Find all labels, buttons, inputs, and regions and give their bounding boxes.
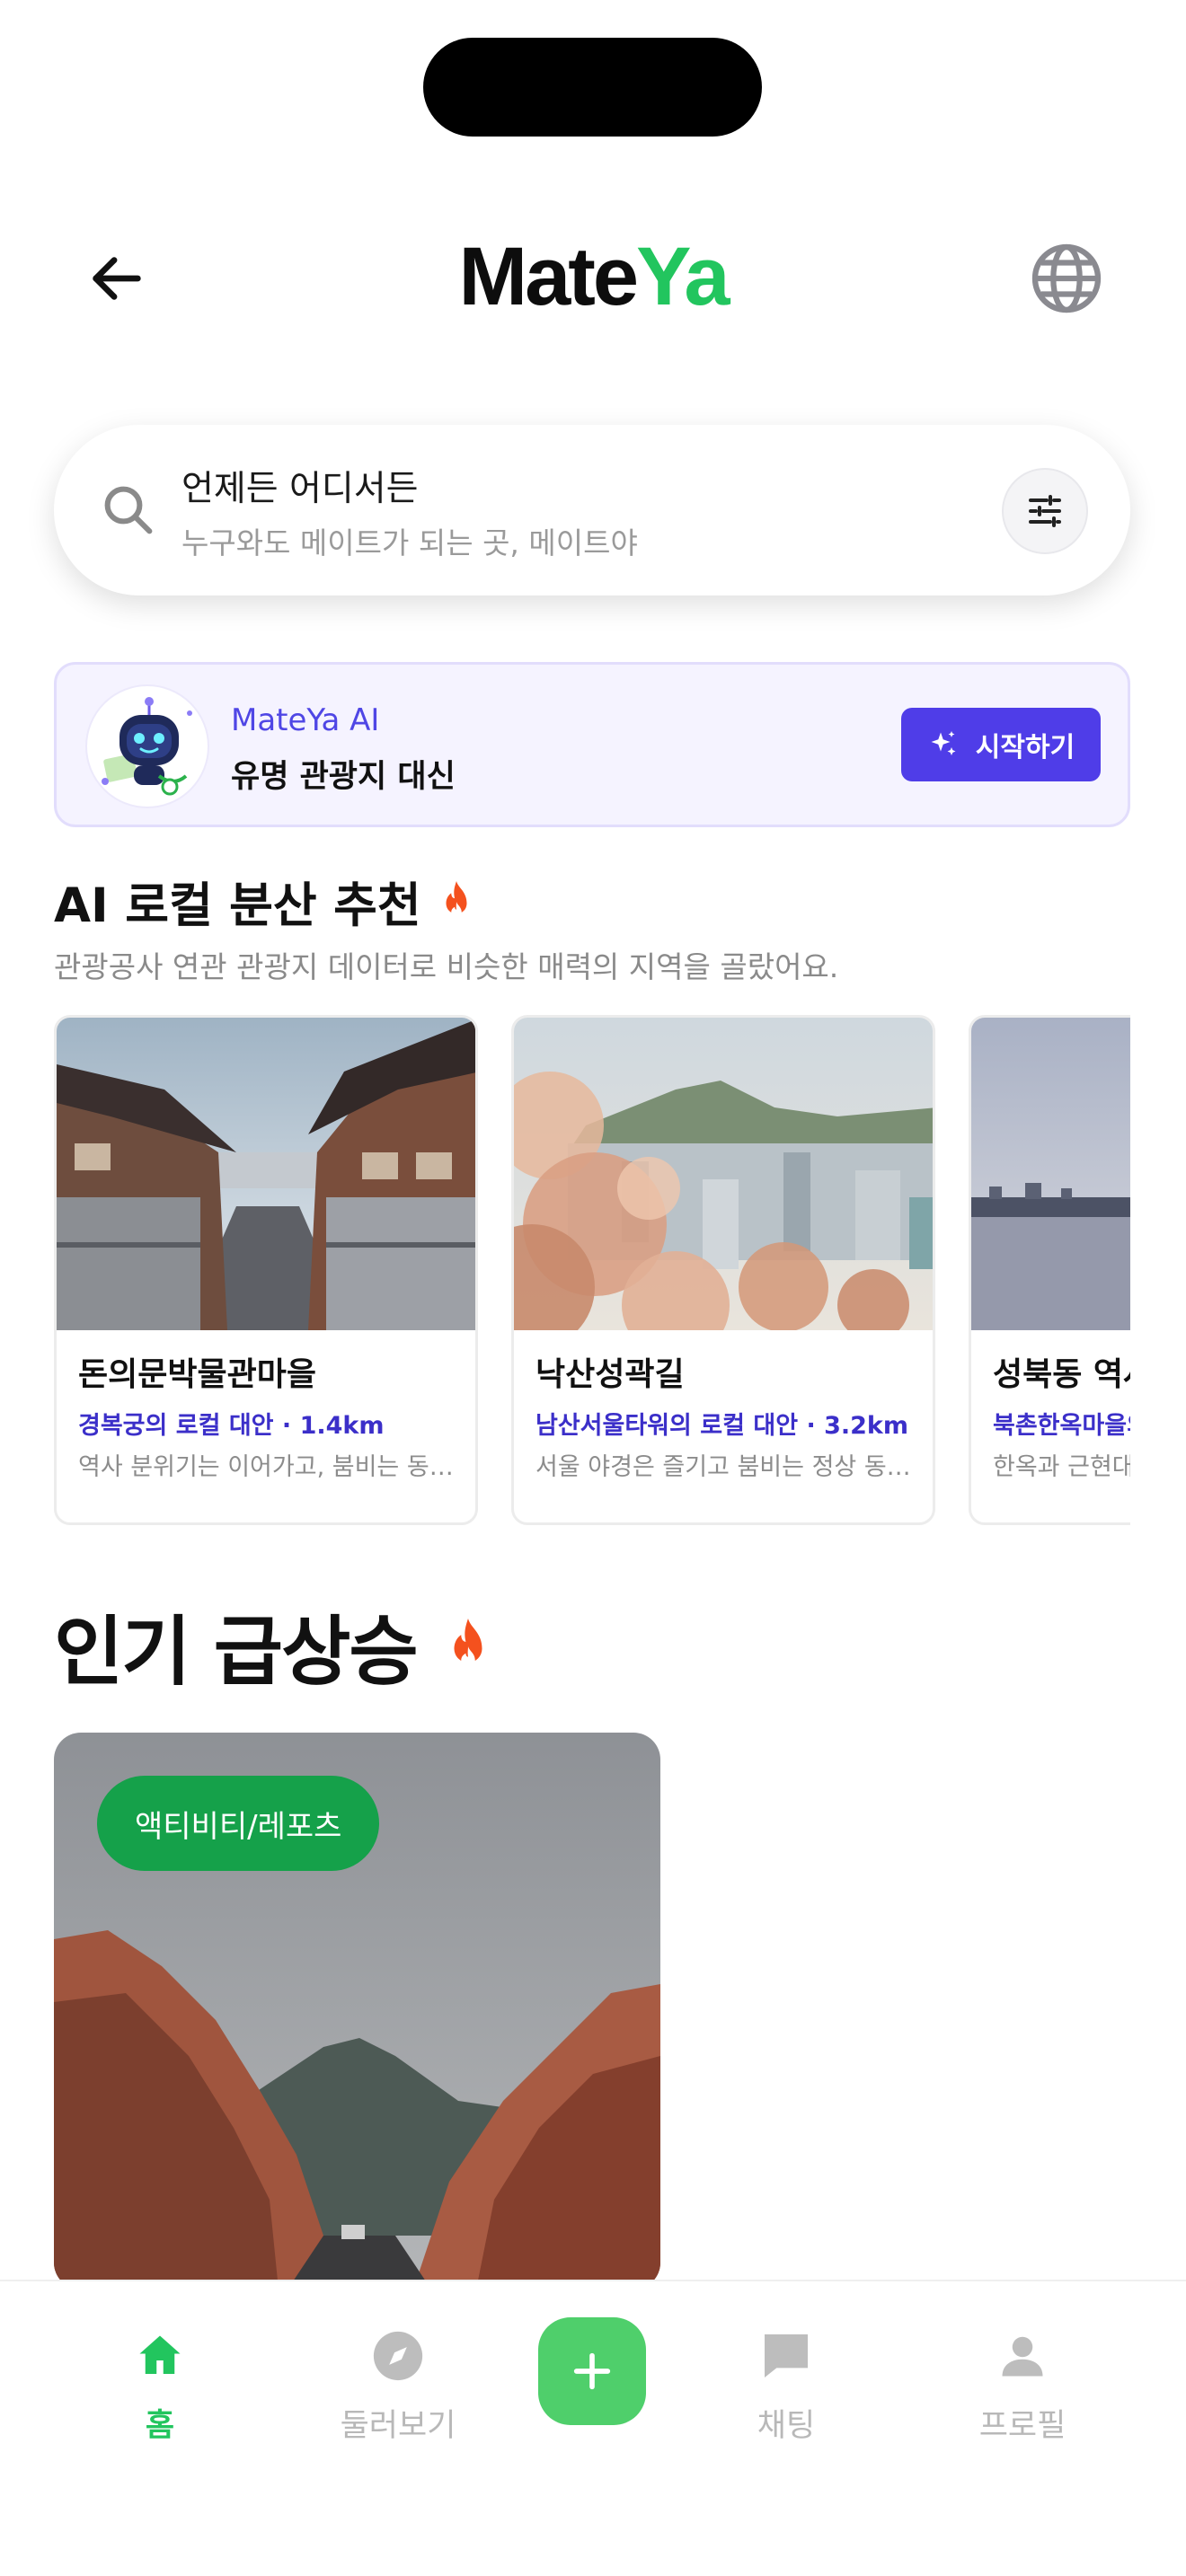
- card-title: 성북동 역사: [993, 1356, 1130, 1393]
- recommendation-card[interactable]: 낙산성곽길 남산서울타워의 로컬 대안 · 3.2km 서울 야경은 즐기고 붐…: [511, 1015, 935, 1525]
- add-button[interactable]: [538, 2317, 646, 2425]
- app-logo: MateYa: [458, 231, 730, 322]
- card-title: 낙산성곽길: [535, 1356, 685, 1393]
- search-title: 언제든 어디서든: [181, 469, 419, 509]
- fire-icon: [446, 881, 467, 918]
- ai-robot-avatar: [85, 684, 209, 808]
- popular-section-title: 인기 급상승: [54, 1592, 496, 1700]
- ai-section-subtitle: 관광공사 연관 관광지 데이터로 비슷한 매력의 지역을 골랐어요.: [54, 949, 839, 984]
- card-description: 역사 분위기는 이어가고, 붐비는 동선…: [78, 1453, 456, 1481]
- card-title: 돈의문박물관마을: [78, 1356, 316, 1393]
- ai-banner-description: 유명 관광지 대신: [231, 759, 456, 795]
- tab-label: 프로필: [978, 2408, 1067, 2444]
- tab-label: 둘러보기: [340, 2408, 456, 2444]
- bottom-tab-bar: 홈 둘러보기 채팅 프로필: [0, 2280, 1186, 2576]
- tab-home[interactable]: 홈: [70, 2325, 250, 2446]
- ai-banner-title: MateYa AI: [231, 702, 380, 738]
- ai-recommendation-carousel[interactable]: 돈의문박물관마을 경복궁의 로컬 대안 · 1.4km 역사 분위기는 이어가고…: [54, 1015, 1130, 1527]
- recommendation-card[interactable]: 돈의문박물관마을 경복궁의 로컬 대안 · 1.4km 역사 분위기는 이어가고…: [54, 1015, 478, 1525]
- plus-icon: [573, 2352, 611, 2390]
- sparkles-icon: [931, 731, 956, 755]
- card-subtitle: 경복궁의 로컬 대안 · 1.4km: [78, 1412, 385, 1440]
- card-description: 한옥과 근현대: [993, 1453, 1130, 1481]
- card-image-bukchon-alley: [57, 1018, 475, 1330]
- ai-start-label: 시작하기: [975, 732, 1075, 763]
- ai-banner[interactable]: MateYa AI 유명 관광지 대신 시작하기: [54, 662, 1130, 827]
- tab-explore[interactable]: 둘러보기: [308, 2325, 488, 2446]
- search-icon: [104, 486, 153, 534]
- recommendation-card[interactable]: 성북동 역사 북촌한옥마을의 한옥과 근현대: [969, 1015, 1130, 1525]
- search-bar[interactable]: 언제든 어디서든 누구와도 메이트가 되는 곳, 메이트야: [54, 425, 1130, 595]
- card-subtitle: 남산서울타워의 로컬 대안 · 3.2km: [535, 1412, 909, 1440]
- app-header: MateYa: [0, 207, 1186, 341]
- card-subtitle: 북촌한옥마을의: [993, 1412, 1130, 1440]
- tab-label: 채팅: [757, 2408, 816, 2444]
- popular-card[interactable]: 액티비티/레포츠: [54, 1733, 660, 2289]
- globe-icon: [1031, 243, 1102, 313]
- profile-icon: [1002, 2336, 1043, 2377]
- sliders-icon: [1029, 495, 1061, 527]
- chat-icon: [765, 2334, 808, 2378]
- tab-profile[interactable]: 프로필: [933, 2325, 1112, 2446]
- category-tag: 액티비티/레포츠: [97, 1776, 380, 1871]
- ai-start-button[interactable]: 시작하기: [901, 708, 1101, 781]
- language-button[interactable]: [1026, 238, 1107, 319]
- tab-chat[interactable]: 채팅: [696, 2325, 876, 2446]
- card-image-river-view: [971, 1018, 1130, 1330]
- card-description: 서울 야경은 즐기고 붐비는 정상 동선…: [535, 1453, 913, 1481]
- compass-icon: [373, 2331, 423, 2381]
- dynamic-island: [423, 38, 762, 137]
- card-image-seoul-skyline: [514, 1018, 933, 1330]
- tab-label: 홈: [145, 2408, 175, 2444]
- filter-button[interactable]: [1002, 468, 1088, 554]
- home-icon: [139, 2335, 181, 2374]
- search-subtitle: 누구와도 메이트가 되는 곳, 메이트야: [181, 525, 638, 560]
- fire-icon: [454, 1618, 482, 1667]
- ai-section-title: AI 로컬 분산 추천: [54, 868, 477, 936]
- robot-icon: [102, 697, 192, 796]
